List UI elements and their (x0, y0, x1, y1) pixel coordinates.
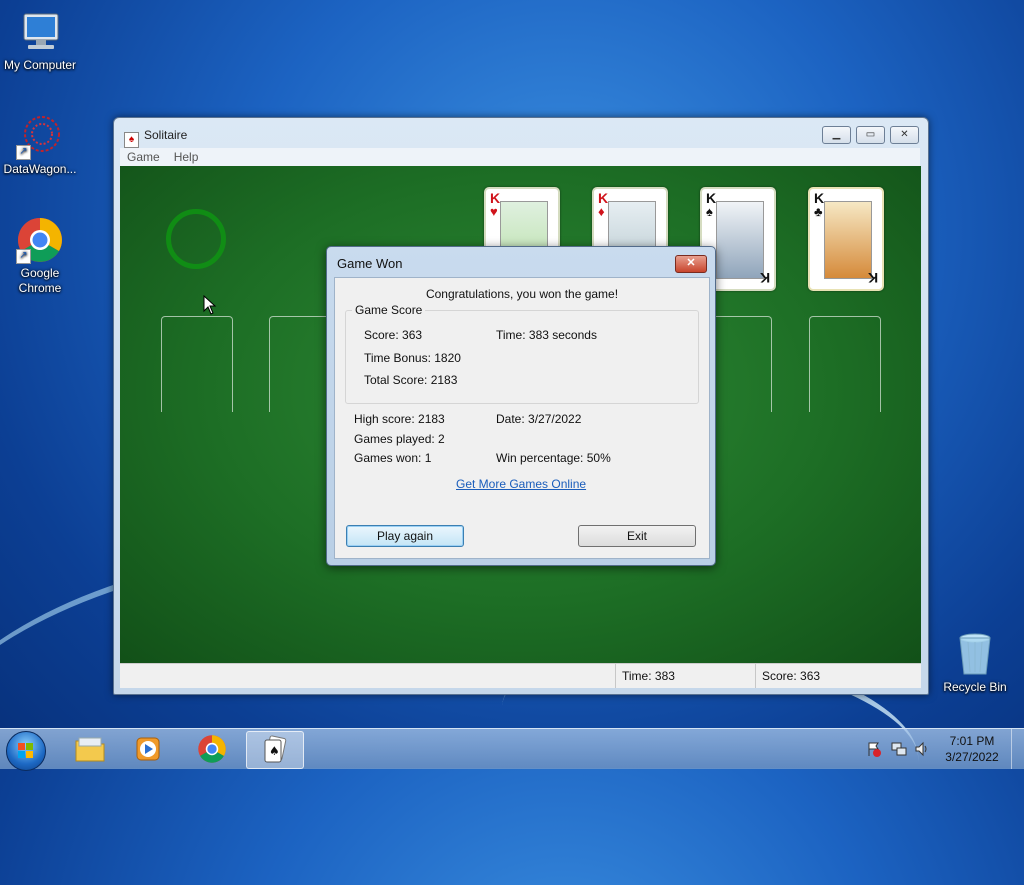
game-won-dialog[interactable]: Game Won ✕ Congratulations, you won the … (326, 246, 716, 566)
dialog-close-button[interactable]: ✕ (675, 255, 707, 273)
games-played-value: Games played: 2 (354, 432, 445, 446)
date-value: Date: 3/27/2022 (496, 412, 582, 426)
datawagon-icon: ↗ (16, 112, 64, 160)
desktop-icon-label: Recycle Bin (943, 680, 1007, 694)
menu-bar: Game Help (120, 148, 920, 166)
desktop-icon-label: My Computer (3, 58, 77, 72)
clock-date: 3/27/2022 (945, 750, 999, 764)
chrome-icon (198, 735, 226, 763)
stock-recycle-icon[interactable] (166, 209, 226, 269)
card-rank-bottom: K (867, 270, 878, 286)
folder-icon (75, 737, 105, 762)
desktop-icon-recycle-bin[interactable]: Recycle Bin (935, 630, 1015, 695)
close-window-button[interactable]: ✕ (890, 126, 919, 144)
clock-time: 7:01 PM (949, 734, 995, 748)
card-suit: ♠ (706, 204, 713, 219)
taskbar: ♠ 7:01 PM 3/27/2022 (0, 728, 1024, 771)
menu-help[interactable]: Help (167, 148, 206, 166)
desktop-icon-chrome[interactable]: ↗ Google Chrome (0, 216, 80, 296)
play-again-button[interactable]: Play again (346, 525, 464, 547)
volume-icon[interactable] (914, 741, 930, 760)
tableau-slot[interactable] (161, 316, 233, 412)
card-art (716, 201, 764, 279)
foundation-card-clubs[interactable]: K ♣ K (808, 187, 884, 291)
maximize-button[interactable]: ▭ (856, 126, 885, 144)
status-score: Score: 363 (755, 664, 922, 688)
shortcut-arrow-icon: ↗ (16, 249, 31, 264)
network-icon[interactable] (891, 741, 907, 760)
window-title: ♠ Solitaire (124, 128, 187, 148)
desktop-icon-datawagon[interactable]: ↗ DataWagon... (0, 112, 80, 177)
card-rank-bottom: K (759, 270, 770, 286)
clock[interactable]: 7:01 PM 3/27/2022 (942, 733, 1002, 765)
status-time: Time: 383 (615, 664, 752, 688)
score-value: Score: 363 (364, 328, 423, 342)
dialog-title: Game Won (337, 256, 403, 271)
total-score-value: Total Score: 2183 (364, 373, 458, 387)
get-more-games-link[interactable]: Get More Games Online (456, 477, 586, 491)
show-desktop-button[interactable] (1011, 729, 1024, 769)
taskbar-explorer[interactable] (62, 731, 118, 767)
computer-icon (16, 8, 64, 56)
svg-text:♠: ♠ (269, 744, 280, 758)
shortcut-arrow-icon: ↗ (16, 145, 31, 160)
recycle-bin-icon (951, 630, 999, 678)
taskbar-media-player[interactable] (120, 731, 176, 767)
media-player-icon (136, 737, 160, 761)
time-value: Time: 383 seconds (496, 328, 597, 342)
taskbar-chrome[interactable] (184, 731, 240, 767)
start-button[interactable] (6, 731, 46, 771)
exit-button[interactable]: Exit (578, 525, 696, 547)
card-suit: ♥ (490, 204, 498, 219)
desktop-icon-label: DataWagon... (3, 162, 77, 176)
dialog-body: Congratulations, you won the game! Game … (334, 277, 710, 559)
menu-game[interactable]: Game (120, 148, 167, 166)
solitaire-app-icon: ♠ (124, 132, 139, 148)
mouse-cursor-icon (203, 295, 217, 315)
congratulations-message: Congratulations, you won the game! (425, 287, 619, 301)
game-score-label: Game Score (352, 303, 426, 317)
windows-logo-icon (18, 743, 33, 758)
taskbar-solitaire[interactable]: ♠ (246, 731, 304, 769)
high-score-value: High score: 2183 (354, 412, 445, 426)
minimize-button[interactable]: ▁ (822, 126, 851, 144)
win-percentage-value: Win percentage: 50% (496, 451, 611, 465)
chrome-icon: ↗ (16, 216, 64, 264)
desktop-icon-my-computer[interactable]: My Computer (0, 8, 80, 73)
tableau-slot[interactable] (809, 316, 881, 412)
solitaire-icon: ♠ (264, 735, 287, 763)
time-bonus-value: Time Bonus: 1820 (364, 351, 461, 365)
games-won-value: Games won: 1 (354, 451, 432, 465)
status-bar: Time: 383 Score: 363 (120, 663, 921, 688)
card-suit: ♣ (814, 204, 823, 219)
desktop-icon-label: Google Chrome (18, 266, 62, 295)
action-center-flag-icon[interactable] (866, 741, 882, 760)
card-art (824, 201, 872, 279)
card-suit: ♦ (598, 204, 605, 219)
